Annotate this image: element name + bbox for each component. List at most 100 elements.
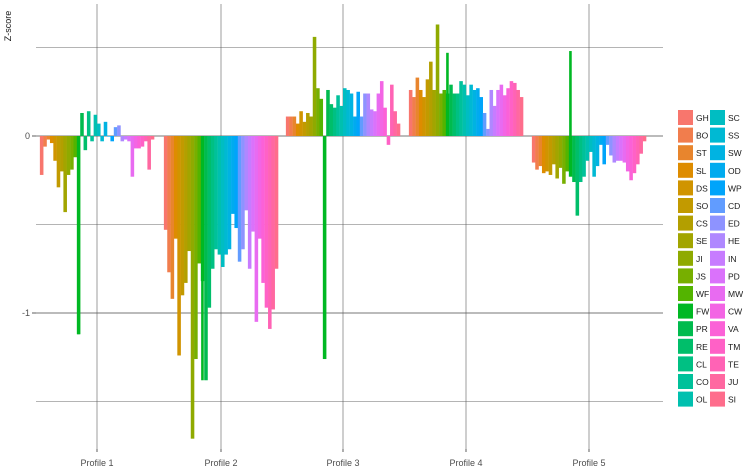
bar-profile-1-wf [73,136,78,158]
bar-profile-5-pd [619,136,623,161]
legend-key-pr [678,321,693,337]
bar-profile-1-od [107,136,111,137]
bar-profile-2-ds [177,136,181,356]
legend-label-mw: MW [728,289,743,299]
bar-profile-4-sw [472,89,477,136]
legend-label-cl: CL [696,359,707,369]
bar-profile-1-co [90,136,94,142]
bar-profile-3-co [336,95,340,136]
legend-label-wf: WF [696,289,709,299]
bar-profile-4-js [439,93,443,136]
legend-key-cl [678,356,693,372]
bar-profile-3-mw [376,93,381,136]
legend-label-ds: DS [696,183,708,193]
y-axis-title: Z-score [3,11,13,42]
legend-label-js: JS [696,271,706,281]
bar-profile-1-ji [66,136,71,175]
bar-profile-5-cw [625,136,630,172]
legend-label-ol: OL [696,395,708,405]
bar-profile-2-ju [271,136,275,310]
bar-profile-4-wf [442,89,447,136]
x-tick-label: Profile 2 [204,458,237,468]
bar-profile-1-sc [97,123,101,136]
y-tick-label: -1 [22,308,30,318]
bar-profile-5-in [615,136,620,161]
bar-profile-2-sc [221,136,225,267]
bar-profile-1-sl [49,136,54,144]
x-tick-label: Profile 3 [326,458,359,468]
bar-profile-2-js [194,136,198,360]
bar-profile-4-ju [516,89,520,136]
x-tick-label: Profile 4 [449,458,482,468]
bar-profile-5-cl [578,136,583,183]
legend-label-in: IN [728,254,737,264]
bar-profile-2-bo [167,136,171,273]
legend-key-si [710,391,725,407]
legend-label-va: VA [728,324,739,334]
bar-profile-1-cw [133,136,138,149]
legend-key-re [678,338,693,354]
bar-profile-3-he [366,93,371,136]
bar-profile-2-in [247,136,252,269]
bar-profile-5-co [582,136,586,177]
bar-profile-4-he [489,89,494,136]
bar-highlight-fw [201,136,204,381]
bar-profile-1-cd [113,127,118,136]
legend-label-ss: SS [728,131,740,141]
legend-label-st: ST [696,148,707,158]
bar-profile-4-sl [418,89,423,136]
legend-key-ds [678,180,693,196]
legend-key-ss [710,127,725,143]
bar-profile-1-ds [53,136,57,161]
bar-profile-5-mw [622,136,627,163]
bar-profile-1-so [56,136,61,188]
legend-key-gh [678,110,693,125]
bar-profile-3-ss [346,89,350,136]
bar-profile-1-ss [100,136,104,142]
bar-profile-2-sw [227,136,232,250]
bar-profile-1-pr [80,112,84,136]
bar-profile-3-re [329,104,334,136]
bar-profile-5-fw [568,136,573,177]
bar-profile-1-se [63,136,67,213]
bar-profile-4-te [513,82,517,136]
legend-label-so: SO [696,201,709,211]
bar-profile-5-sl [541,136,546,174]
bar-profile-3-sc [343,88,347,136]
legend-key-va [710,321,725,337]
legend-key-ed [710,215,725,231]
legend-label-sl: SL [696,166,707,176]
bar-profile-2-st [170,136,175,299]
bar-profile-5-ju [639,136,643,154]
bar-profile-3-ed [363,93,367,136]
bar-profile-2-tm [264,136,269,308]
bar-profile-4-in [492,105,497,136]
bar-profile-4-re [452,93,457,136]
bar-profile-3-sl [295,123,300,136]
bar-profile-4-cs [429,61,433,136]
legend-key-co [678,374,693,389]
legend-key-so [678,198,693,213]
bar-profile-3-so [302,121,307,136]
legend-label-sw: SW [728,148,742,158]
bar-profile-2-cw [257,136,262,239]
bar-profile-2-sl [173,136,178,239]
bar-profile-4-si [519,97,524,136]
legend-label-ji: JI [696,254,703,264]
legend-label-pd: PD [728,271,740,281]
bar-profile-1-tm [140,136,145,147]
bar-profile-4-ol [462,84,467,136]
bar-profile-5-ds [545,136,549,172]
bar-profile-5-bo [535,136,539,170]
bar-profile-1-va [137,136,141,149]
legend-label-co: CO [696,377,709,387]
bar-profile-5-st [538,136,543,167]
y-tick-label: 0 [25,131,30,141]
legend-key-in [710,250,725,266]
bar-profile-2-se [187,136,191,252]
legend-key-sl [678,162,693,178]
bar-profile-4-cd [482,112,487,136]
bar-profile-4-mw [499,84,504,136]
bar-profile-1-pd [127,136,131,142]
bar-profile-3-va [383,107,387,136]
